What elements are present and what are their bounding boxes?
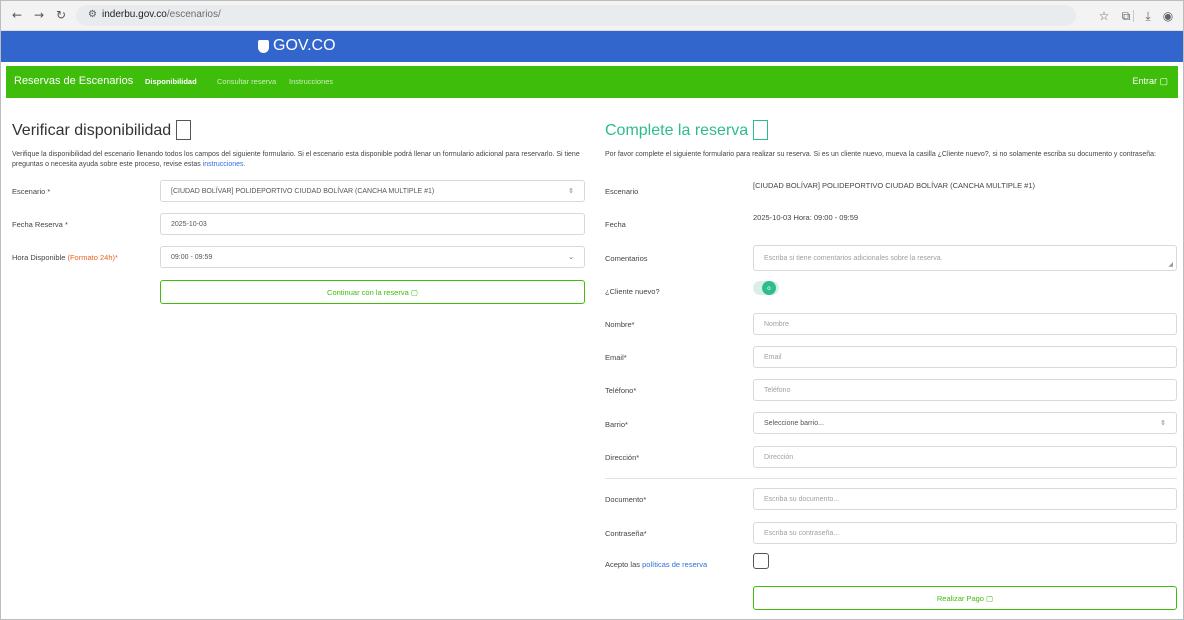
download-icon[interactable]: ⤓ [1140,8,1156,24]
fecha-reserva-label: Fecha Reserva * [12,220,68,229]
email-input[interactable]: Email [753,346,1177,368]
title-box-icon [753,120,769,140]
escenario-value: [CIUDAD BOLÍVAR] POLIDEPORTIVO CIUDAD BO… [753,181,1036,190]
browser-toolbar: ← → ↻ ⚙ inderbu.gov.co/escenarios/ ☆ ⧉ ⤓… [0,0,1184,31]
acepto-politicas-checkbox[interactable] [753,553,769,569]
reload-icon[interactable]: ↻ [54,8,68,22]
profile-icon[interactable]: ◉ [1160,8,1176,24]
title-box-icon [176,120,192,140]
forward-icon[interactable]: → [32,8,46,22]
escenario-label: Escenario [605,187,639,196]
address-bar[interactable]: ⚙ inderbu.gov.co/escenarios/ [76,5,1076,26]
cliente-nuevo-label: ¿Cliente nuevo? [605,287,660,296]
fecha-value: 2025-10-03 Hora: 09:00 - 09:59 [753,213,859,222]
site-info-icon[interactable]: ⚙ [86,9,99,22]
barrio-select[interactable]: Seleccione barrio... ⇳ [753,412,1177,434]
back-icon[interactable]: ← [10,8,24,22]
nav-instrucciones[interactable]: Instrucciones [289,77,333,86]
documento-label: Documento* [605,495,647,504]
hora-disponible-label: Hora Disponible (Formato 24h)* [12,253,118,262]
instrucciones-link[interactable]: instrucciones. [203,161,246,168]
telefono-label: Teléfono* [605,386,637,395]
politicas-link[interactable]: políticas de reserva [642,560,707,569]
escenario-label: Escenario * [12,187,51,196]
contrasena-input[interactable]: Escriba su contraseña... [753,522,1177,544]
verify-title: Verificar disponibilidad [12,120,192,140]
comentarios-label: Comentarios [605,254,648,263]
url-text: inderbu.gov.co/escenarios/ [102,9,221,20]
comentarios-textarea[interactable]: Escriba si tiene comentarios adicionales… [753,245,1177,271]
contrasena-label: Contraseña* [605,529,647,538]
login-button[interactable]: Entrar ▢ [1132,76,1168,87]
acepto-politicas-label: Acepto las políticas de reserva [605,560,708,569]
hora-disponible-select[interactable]: 09:00 - 09:59 ⌄ [160,246,585,268]
select-arrows-icon: ⇳ [1160,420,1166,427]
nombre-label: Nombre* [605,320,635,329]
verify-description: Verifique la disponibilidad del escenari… [12,151,580,168]
gov-shield-icon [258,39,269,53]
complete-description: Por favor complete el siguiente formular… [605,151,1156,158]
barrio-label: Barrio* [605,420,628,429]
gov-logo[interactable]: GOV.CO [258,37,336,55]
documento-input[interactable]: Escriba su documento... [753,488,1177,510]
fecha-label: Fecha [605,220,626,229]
gov-logo-text: GOV.CO [273,37,336,54]
form-divider [605,478,1177,479]
toggle-knob-icon: o [762,281,776,295]
navbar-brand[interactable]: Reservas de Escenarios [14,75,133,87]
extensions-icon[interactable]: ⧉ [1118,8,1134,24]
bookmark-star-icon[interactable]: ☆ [1096,8,1112,24]
chevron-down-icon: ⌄ [568,254,574,261]
gov-header: GOV.CO [0,31,1184,62]
escenario-select[interactable]: [CIUDAD BOLÍVAR] POLIDEPORTIVO CIUDAD BO… [160,180,585,202]
nav-disponibilidad[interactable]: Disponibilidad [145,77,197,86]
telefono-input[interactable]: Teléfono [753,379,1177,401]
direccion-input[interactable]: Dirección [753,446,1177,468]
realizar-pago-button[interactable]: Realizar Pago ▢ [753,586,1177,610]
complete-title: Complete la reserva [605,120,769,140]
cliente-nuevo-toggle[interactable]: o [753,281,779,295]
continuar-reserva-button[interactable]: Continuar con la reserva ▢ [160,280,585,304]
nombre-input[interactable]: Nombre [753,313,1177,335]
resize-handle-icon[interactable]: ◢ [1168,261,1173,268]
email-label: Email* [605,353,627,362]
direccion-label: Dirección* [605,453,640,462]
select-arrows-icon: ⇳ [568,188,574,195]
fecha-reserva-input[interactable]: 2025-10-03 [160,213,585,235]
main-navbar: Reservas de Escenarios Disponibilidad Co… [6,66,1178,98]
nav-consultar-reserva[interactable]: Consultar reserva [217,77,276,86]
toolbar-divider [1133,10,1134,22]
